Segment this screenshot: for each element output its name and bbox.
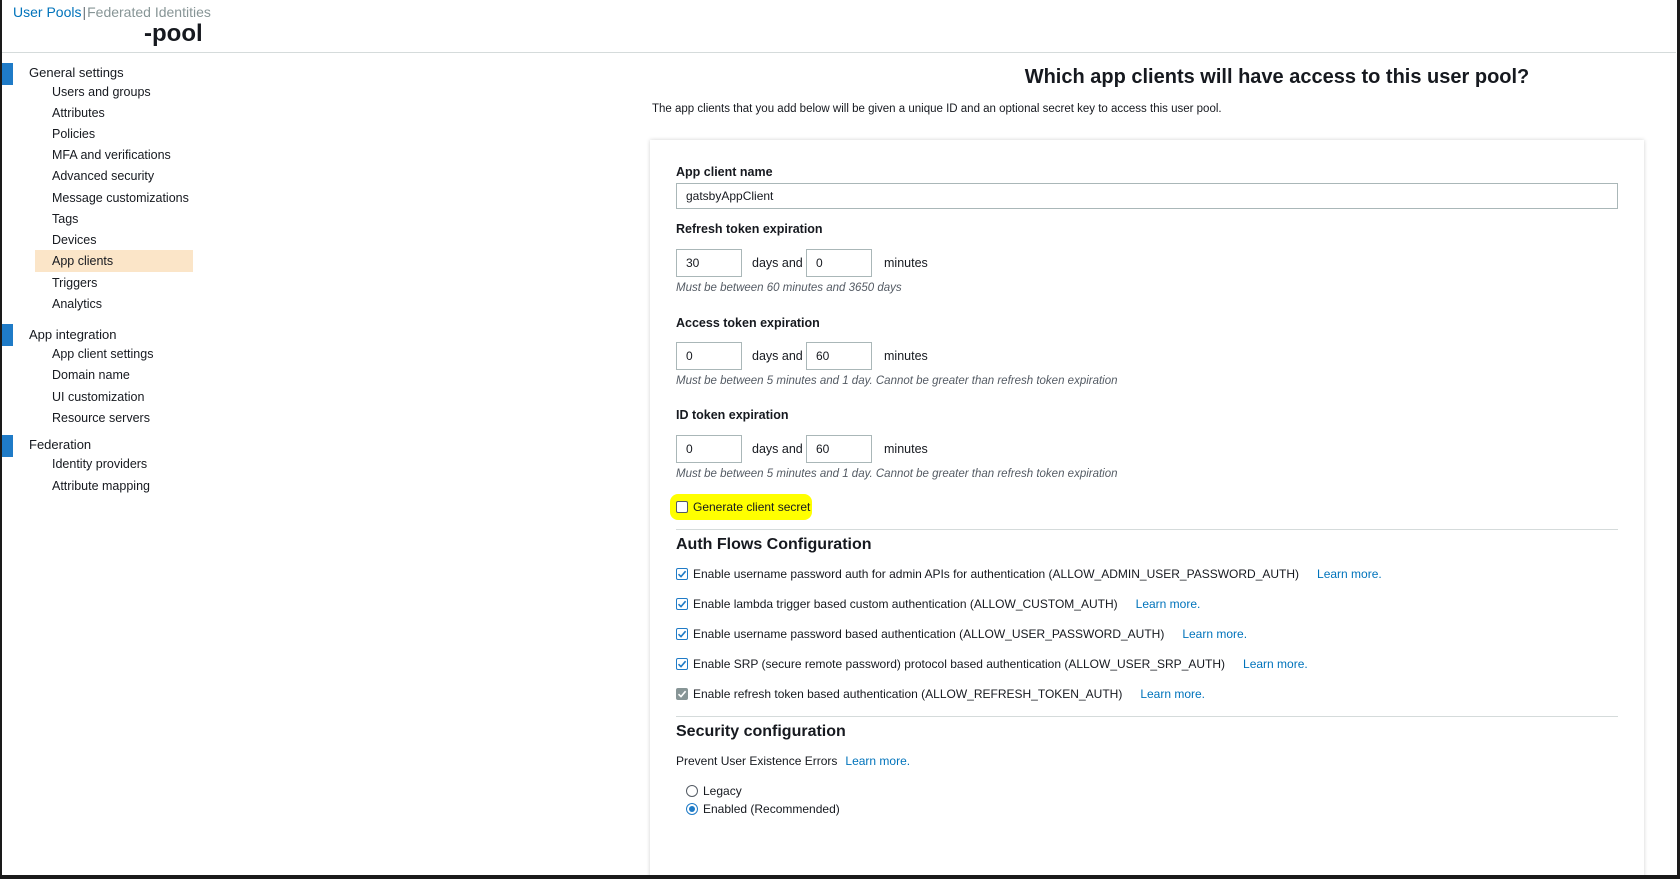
auth-flow-label: Enable username password based authentic… xyxy=(693,627,1165,641)
generate-client-secret-row[interactable]: Generate client secret xyxy=(676,498,810,516)
auth-flow-row[interactable]: Enable username password based authentic… xyxy=(676,625,1247,643)
checkbox-checked-icon[interactable] xyxy=(676,628,688,640)
refresh-token-hint: Must be between 60 minutes and 3650 days xyxy=(676,282,902,294)
sidebar-item-ui-customization[interactable]: UI customization xyxy=(35,386,193,408)
id-token-minutes-input[interactable] xyxy=(806,435,872,463)
radio-enabled[interactable] xyxy=(686,803,698,815)
app-client-name-input[interactable] xyxy=(676,183,1618,209)
auth-flow-label: Enable username password auth for admin … xyxy=(693,567,1300,581)
sidebar: General settings Users and groups Attrib… xyxy=(2,53,632,875)
id-token-hint: Must be between 5 minutes and 1 day. Can… xyxy=(676,468,1118,480)
divider-security xyxy=(676,716,1618,717)
access-token-hint: Must be between 5 minutes and 1 day. Can… xyxy=(676,375,1118,387)
sidebar-item-app-client-settings[interactable]: App client settings xyxy=(35,343,193,365)
learn-more-link[interactable]: Learn more. xyxy=(1140,687,1205,701)
checkbox-checked-icon[interactable] xyxy=(676,568,688,580)
learn-more-link[interactable]: Learn more. xyxy=(1182,627,1247,641)
top-nav: User Pools|Federated Identities xyxy=(13,4,211,20)
page-subtitle: The app clients that you add below will … xyxy=(652,103,1222,115)
auth-flows-title: Auth Flows Configuration xyxy=(676,536,872,553)
group-marker-general xyxy=(2,63,13,85)
federated-identities-link[interactable]: Federated Identities xyxy=(87,4,211,20)
learn-more-link[interactable]: Learn more. xyxy=(1136,597,1201,611)
app-client-name-label: App client name xyxy=(676,165,773,179)
sidebar-group-federation[interactable]: Federation xyxy=(29,437,91,452)
radio-enabled-row[interactable]: Enabled (Recommended) xyxy=(686,800,840,818)
checkbox-disabled-icon xyxy=(676,688,688,700)
refresh-token-minutes-input[interactable] xyxy=(806,249,872,277)
checkbox-checked-icon[interactable] xyxy=(676,658,688,670)
refresh-days-and-text: days and xyxy=(752,256,803,270)
radio-enabled-label: Enabled (Recommended) xyxy=(703,802,840,816)
prevent-user-existence-label: Prevent User Existence Errors xyxy=(676,754,838,768)
sidebar-item-attribute-mapping[interactable]: Attribute mapping xyxy=(35,475,193,497)
sidebar-item-triggers[interactable]: Triggers xyxy=(35,272,193,294)
sidebar-item-attributes[interactable]: Attributes xyxy=(35,102,193,124)
radio-legacy-label: Legacy xyxy=(703,784,742,798)
prevent-user-existence-row: Prevent User Existence Errors Learn more… xyxy=(676,752,910,770)
access-token-minutes-input[interactable] xyxy=(806,342,872,370)
learn-more-link[interactable]: Learn more. xyxy=(1317,567,1382,581)
security-config-title: Security configuration xyxy=(676,723,846,740)
sidebar-item-identity-providers[interactable]: Identity providers xyxy=(35,453,193,475)
sidebar-item-domain-name[interactable]: Domain name xyxy=(35,364,193,386)
sidebar-item-users-and-groups[interactable]: Users and groups xyxy=(35,81,193,103)
id-minutes-text: minutes xyxy=(884,442,928,456)
learn-more-link[interactable]: Learn more. xyxy=(1243,657,1308,671)
auth-flow-row[interactable]: Enable username password auth for admin … xyxy=(676,565,1382,583)
generate-client-secret-label: Generate client secret xyxy=(693,500,811,514)
sidebar-item-tags[interactable]: Tags xyxy=(35,208,193,230)
sidebar-item-message-customizations[interactable]: Message customizations xyxy=(35,187,193,209)
radio-legacy-row[interactable]: Legacy xyxy=(686,782,742,800)
app-window: User Pools|Federated Identities -pool Ge… xyxy=(0,0,1680,879)
auth-flow-row: Enable refresh token based authenticatio… xyxy=(676,685,1205,703)
refresh-token-label: Refresh token expiration xyxy=(676,222,823,236)
auth-flow-label: Enable SRP (secure remote password) prot… xyxy=(693,657,1226,671)
sidebar-item-mfa[interactable]: MFA and verifications xyxy=(35,144,193,166)
page-heading: Which app clients will have access to th… xyxy=(1024,66,1530,88)
sidebar-item-analytics[interactable]: Analytics xyxy=(35,293,193,315)
access-days-and-text: days and xyxy=(752,349,803,363)
auth-flow-label: Enable refresh token based authenticatio… xyxy=(693,687,1123,701)
divider-auth-flows xyxy=(676,529,1618,530)
sidebar-group-app-integration[interactable]: App integration xyxy=(29,327,116,342)
sidebar-item-advanced-security[interactable]: Advanced security xyxy=(35,165,193,187)
learn-more-link[interactable]: Learn more. xyxy=(845,754,910,768)
sidebar-item-resource-servers[interactable]: Resource servers xyxy=(35,407,193,429)
main-content: Which app clients will have access to th… xyxy=(632,53,1676,879)
group-marker-federation xyxy=(2,435,13,457)
id-days-and-text: days and xyxy=(752,442,803,456)
page-header: User Pools|Federated Identities -pool xyxy=(2,0,1676,53)
user-pools-link[interactable]: User Pools xyxy=(13,4,81,20)
frame-border xyxy=(0,0,2,879)
auth-flow-row[interactable]: Enable SRP (secure remote password) prot… xyxy=(676,655,1308,673)
sidebar-item-app-clients[interactable]: App clients xyxy=(35,250,193,272)
app-client-form-card: App client name Refresh token expiration… xyxy=(650,140,1644,879)
access-token-days-input[interactable] xyxy=(676,342,742,370)
auth-flow-label: Enable lambda trigger based custom authe… xyxy=(693,597,1118,611)
id-token-days-input[interactable] xyxy=(676,435,742,463)
id-token-label: ID token expiration xyxy=(676,408,789,422)
access-token-label: Access token expiration xyxy=(676,316,820,330)
radio-legacy[interactable] xyxy=(686,785,698,797)
generate-client-secret-checkbox[interactable] xyxy=(676,501,688,513)
sidebar-group-general-settings[interactable]: General settings xyxy=(29,65,124,80)
group-marker-app-integration xyxy=(2,324,13,346)
refresh-minutes-text: minutes xyxy=(884,256,928,270)
checkbox-checked-icon[interactable] xyxy=(676,598,688,610)
auth-flow-row[interactable]: Enable lambda trigger based custom authe… xyxy=(676,595,1200,613)
pool-title: -pool xyxy=(144,20,203,47)
sidebar-item-devices[interactable]: Devices xyxy=(35,229,193,251)
sidebar-item-policies[interactable]: Policies xyxy=(35,123,193,145)
refresh-token-days-input[interactable] xyxy=(676,249,742,277)
frame-border xyxy=(0,875,1680,879)
access-minutes-text: minutes xyxy=(884,349,928,363)
